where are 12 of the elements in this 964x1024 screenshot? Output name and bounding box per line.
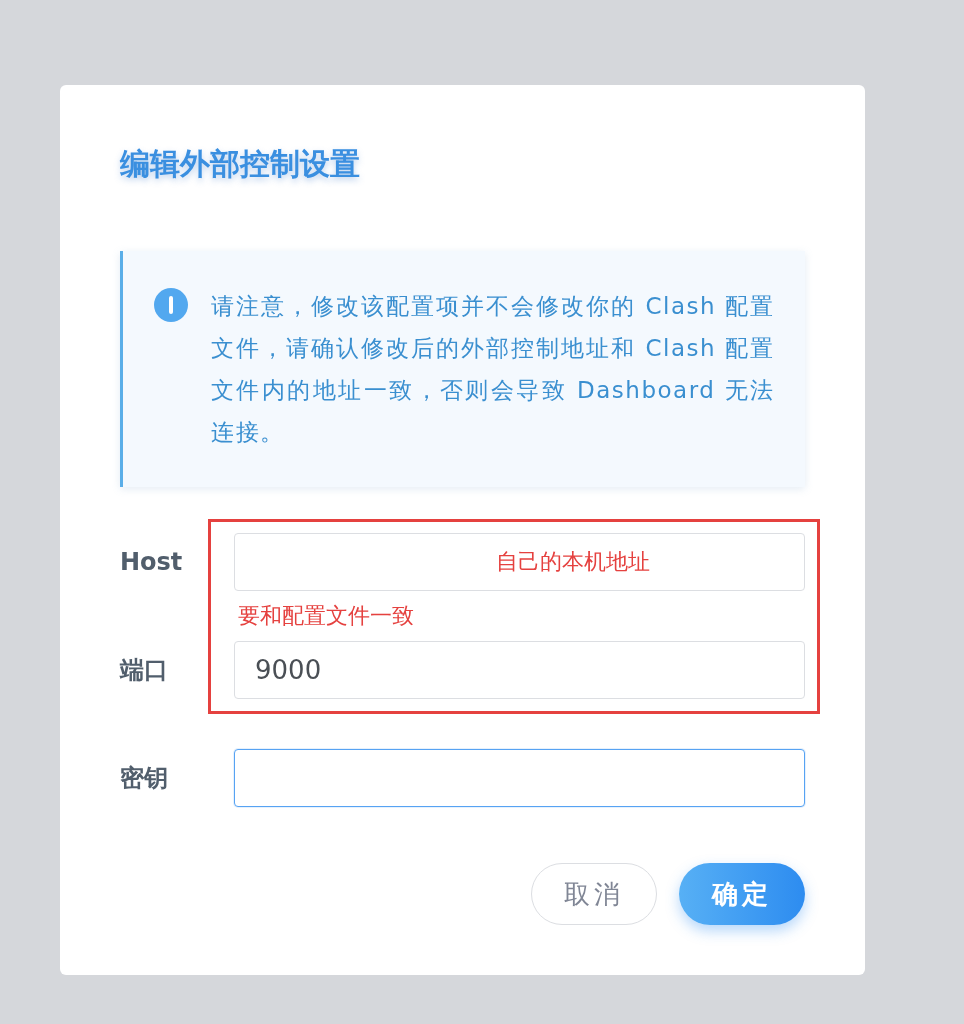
field-label: 密钥	[120, 763, 169, 794]
info-icon	[153, 287, 189, 323]
annotation-text: 自己的本机地址	[496, 548, 650, 576]
input-field[interactable]: 9000	[234, 641, 805, 699]
cancel-button[interactable]: 取消	[531, 863, 657, 925]
annotation-text: 要和配置文件一致	[238, 602, 414, 630]
dialog-title: 编辑外部控制设置	[120, 145, 360, 183]
field-label: 端口	[120, 655, 169, 686]
field-label: Host	[120, 548, 184, 576]
confirm-button[interactable]: 确定	[679, 863, 805, 925]
input-field[interactable]	[234, 749, 805, 807]
notice-text: 请注意，修改该配置项并不会修改你的 Clash 配置文件，请确认修改后的外部控制地址和 Clash 配置文件内的地址一致，否则会导致 Dashboard 无法连接。	[211, 292, 775, 447]
